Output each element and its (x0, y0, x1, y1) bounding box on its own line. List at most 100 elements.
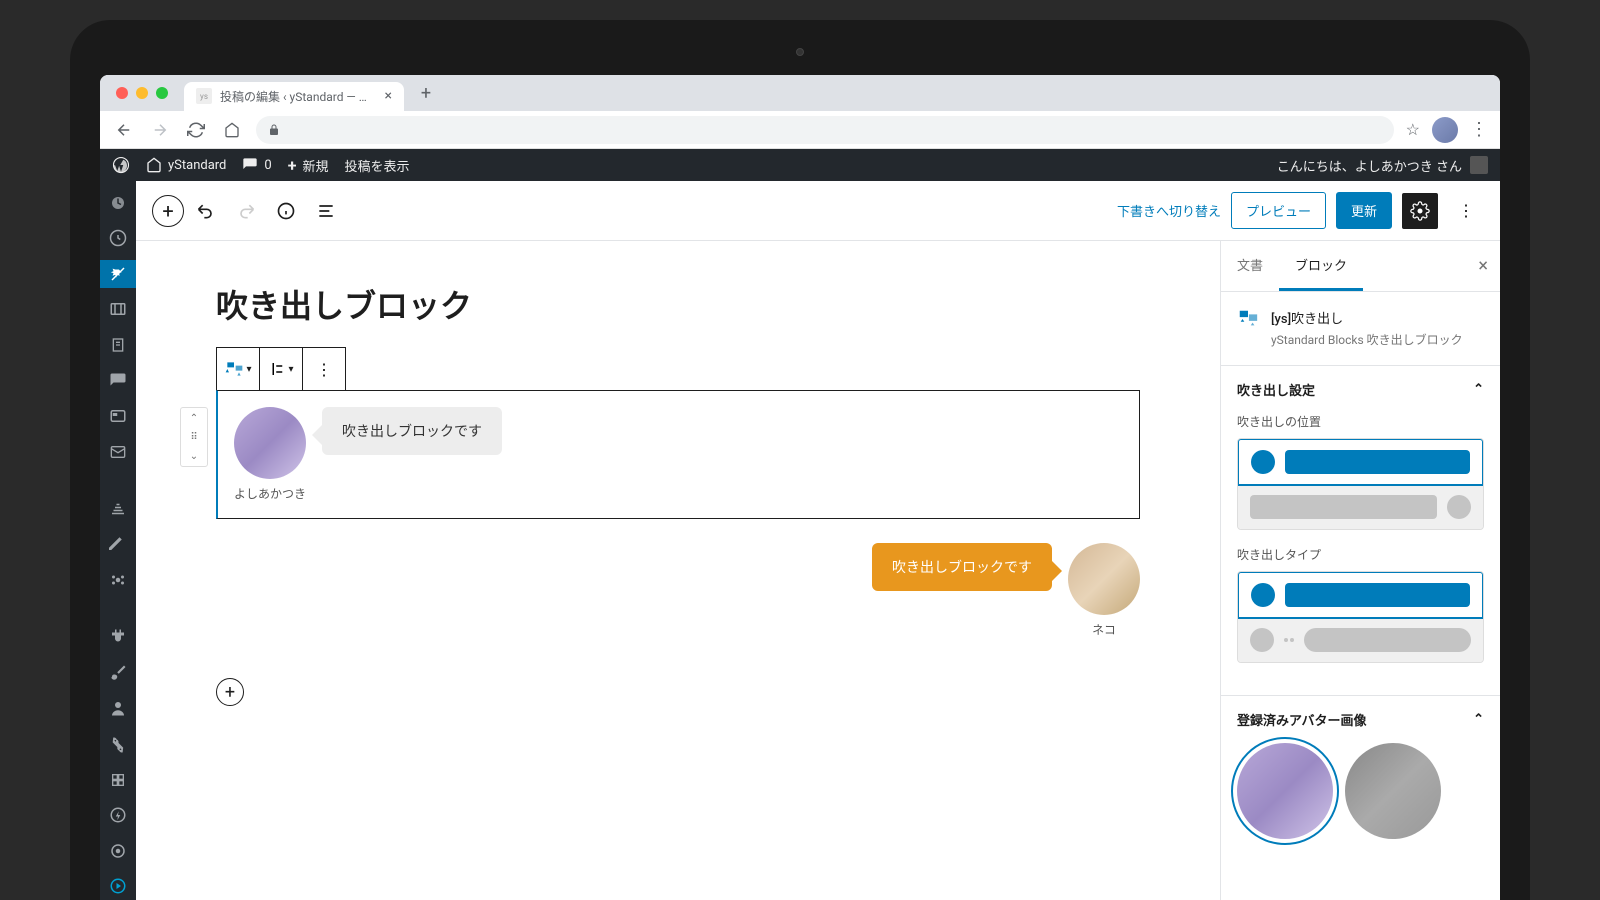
menu-theme-icon[interactable] (100, 566, 136, 594)
reload-button[interactable] (184, 118, 208, 142)
site-name-label: yStandard (168, 158, 226, 173)
menu-pages-icon[interactable] (100, 331, 136, 359)
view-post-link[interactable]: 投稿を表示 (344, 156, 409, 175)
close-sidebar-button[interactable]: × (1478, 256, 1488, 277)
editor-canvas[interactable]: 吹き出しブロック ▾ (136, 241, 1220, 900)
wp-logo-icon[interactable] (112, 156, 130, 174)
option-avatar-icon (1251, 583, 1275, 607)
panel-settings-label: 吹き出し設定 (1237, 380, 1315, 399)
switch-to-draft-link[interactable]: 下書きへ切り替え (1117, 201, 1221, 220)
block-info-desc: yStandard Blocks 吹き出しブロック (1271, 331, 1463, 349)
drag-handle-icon[interactable]: ⠿ (181, 428, 207, 446)
maximize-window-button[interactable] (156, 87, 168, 99)
menu-media-icon[interactable] (100, 296, 136, 324)
panel-avatars-header[interactable]: 登録済みアバター画像 ⌃ (1221, 696, 1500, 743)
menu-brush-icon[interactable] (100, 659, 136, 687)
chevron-down-icon: ▾ (288, 364, 293, 375)
laptop-camera (796, 48, 804, 56)
menu-updates-icon[interactable] (100, 225, 136, 253)
settings-toggle-button[interactable] (1402, 193, 1438, 229)
minimize-window-button[interactable] (136, 87, 148, 99)
panel-settings-header[interactable]: 吹き出し設定 ⌃ (1221, 366, 1500, 413)
user-avatar[interactable] (1470, 156, 1488, 174)
menu-separator (100, 473, 136, 487)
tab-block[interactable]: ブロック (1279, 241, 1363, 291)
tab-document[interactable]: 文書 (1221, 241, 1279, 291)
site-name-link[interactable]: yStandard (146, 157, 226, 173)
menu-forms-icon[interactable] (100, 402, 136, 430)
menu-tools-icon[interactable] (100, 730, 136, 758)
close-window-button[interactable] (116, 87, 128, 99)
wp-admin-bar: yStandard 0 + 新規 投稿を表示 こんにちは、よしあかつき さん (100, 149, 1500, 181)
post-title[interactable]: 吹き出しブロック (216, 281, 1140, 327)
undo-button[interactable] (188, 193, 224, 229)
balloon-bubble[interactable]: 吹き出しブロックです (322, 407, 502, 455)
block-more-button[interactable]: ⋮ (303, 348, 345, 390)
comments-link[interactable]: 0 (242, 157, 271, 173)
balloon-avatar[interactable] (1068, 543, 1140, 615)
option-bubble-icon (1285, 583, 1470, 607)
comments-count: 0 (264, 158, 271, 173)
menu-separator (100, 602, 136, 616)
outline-button[interactable] (308, 193, 344, 229)
menu-posts-icon[interactable] (100, 260, 136, 288)
browser-tab-bar: ys 投稿の編集 ‹ yStandard — WordP… × + (100, 75, 1500, 111)
balloon-bubble[interactable]: 吹き出しブロックです (872, 543, 1052, 591)
option-avatar-icon (1250, 628, 1274, 652)
balloon-avatar[interactable] (234, 407, 306, 479)
avatar-option-cat[interactable] (1345, 743, 1441, 839)
option-avatar-icon (1251, 450, 1275, 474)
block-align-button[interactable]: ▾ (260, 348, 302, 390)
menu-performance-icon[interactable] (100, 801, 136, 829)
more-menu-button[interactable]: ⋮ (1448, 193, 1484, 229)
window-controls (108, 87, 176, 99)
browser-profile-avatar[interactable] (1432, 117, 1458, 143)
menu-collapse-icon[interactable] (100, 872, 136, 900)
menu-plugins-icon[interactable] (100, 624, 136, 652)
tab-close-icon[interactable]: × (385, 88, 392, 104)
browser-menu-icon[interactable]: ⋮ (1470, 119, 1488, 140)
menu-dashboard-icon[interactable] (100, 189, 136, 217)
avatar-option-person[interactable] (1237, 743, 1333, 839)
move-down-button[interactable]: ⌄ (181, 446, 207, 466)
type-option-think[interactable] (1238, 618, 1483, 662)
menu-users-icon[interactable] (100, 695, 136, 723)
position-option-right[interactable] (1238, 485, 1483, 529)
forward-button[interactable] (148, 118, 172, 142)
add-block-inline-button[interactable]: + (216, 678, 244, 706)
redo-button[interactable] (228, 193, 264, 229)
block-info: [ys]吹き出し yStandard Blocks 吹き出しブロック (1221, 292, 1500, 365)
home-button[interactable] (220, 118, 244, 142)
preview-button[interactable]: プレビュー (1231, 192, 1326, 229)
new-tab-button[interactable]: + (412, 79, 440, 107)
menu-settings-icon[interactable] (100, 766, 136, 794)
greeting-label[interactable]: こんにちは、よしあかつき さん (1277, 156, 1462, 175)
chevron-down-icon: ▾ (246, 364, 251, 375)
option-bubble-icon (1285, 450, 1470, 474)
option-avatar-icon (1447, 495, 1471, 519)
menu-appearance-icon[interactable] (100, 495, 136, 523)
type-label: 吹き出しタイプ (1237, 546, 1484, 563)
move-up-button[interactable]: ⌃ (181, 408, 207, 428)
address-bar[interactable] (256, 116, 1394, 144)
block-toolbar: ▾ ▾ ⋮ (216, 347, 346, 391)
block-type-button[interactable]: ▾ (217, 348, 259, 390)
browser-tab[interactable]: ys 投稿の編集 ‹ yStandard — WordP… × (184, 82, 404, 111)
tab-favicon: ys (196, 88, 212, 104)
type-option-speech[interactable] (1237, 571, 1484, 619)
back-button[interactable] (112, 118, 136, 142)
menu-comments-icon[interactable] (100, 367, 136, 395)
bookmark-icon[interactable]: ☆ (1406, 120, 1420, 139)
balloon-avatar-name: ネコ (1092, 621, 1116, 638)
new-content-link[interactable]: + 新規 (288, 156, 329, 175)
menu-seo-icon[interactable] (100, 837, 136, 865)
position-option-left[interactable] (1237, 438, 1484, 486)
menu-customize-icon[interactable] (100, 531, 136, 559)
info-button[interactable] (268, 193, 304, 229)
add-block-button[interactable]: + (152, 195, 184, 227)
menu-mail-icon[interactable] (100, 438, 136, 466)
balloon-block-selected[interactable]: ⌃ ⠿ ⌄ よしあかつき 吹き出しブロックです (216, 390, 1140, 519)
editor-toolbar: + 下書きへ切り替え プレビュー 更新 ⋮ (136, 181, 1500, 241)
update-button[interactable]: 更新 (1336, 192, 1392, 229)
balloon-block[interactable]: ネコ 吹き出しブロックです (216, 543, 1140, 638)
